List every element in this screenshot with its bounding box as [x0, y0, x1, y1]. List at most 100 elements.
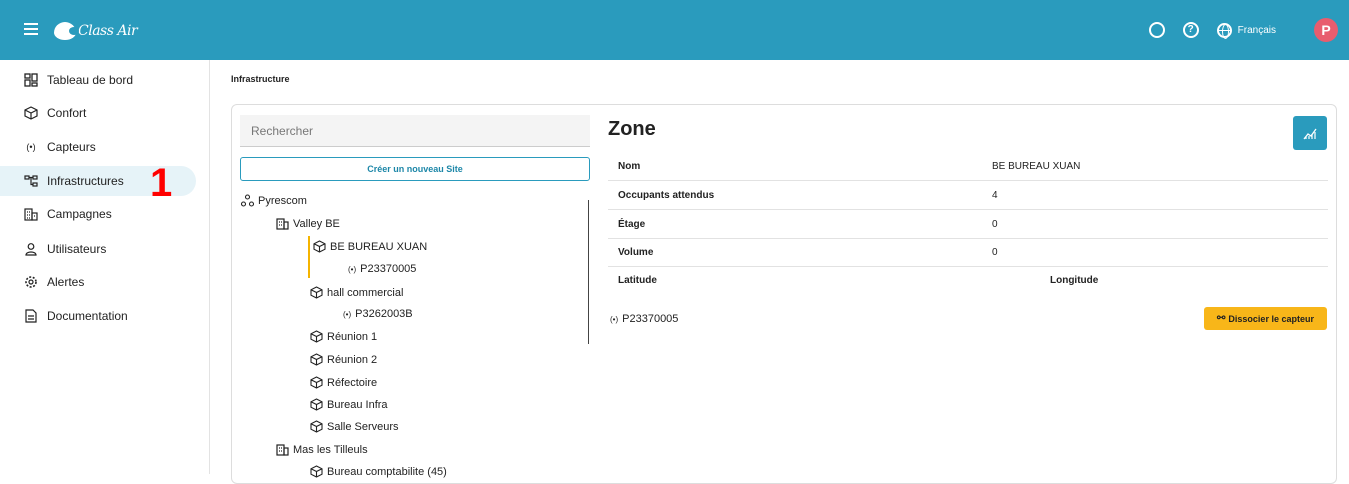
menu-icon[interactable]	[24, 23, 38, 35]
chart-button[interactable]	[1293, 116, 1327, 150]
zone-title: Zone	[608, 118, 656, 140]
tree-node-label: Réfectoire	[327, 376, 378, 389]
dissociate-label: Dissocier le capteur	[1228, 313, 1314, 324]
field-value: BE BUREAU XUAN	[992, 161, 1081, 172]
sidebar-item-capteurs[interactable]: (•) Capteurs	[0, 132, 196, 162]
tree-node-label: Bureau comptabilite (45)	[327, 465, 447, 478]
tree-node-zone[interactable]: Bureau comptabilite (45)	[310, 465, 447, 478]
sidebar-item-label: Capteurs	[47, 140, 96, 154]
field-label: Étage	[618, 219, 646, 230]
tree-node-sensor[interactable]: (•) P23370005	[348, 263, 416, 275]
sidebar-item-label: Campagnes	[47, 207, 112, 221]
cube-icon	[310, 376, 323, 389]
sidebar-item-alertes[interactable]: Alertes	[0, 267, 196, 297]
tree-node-label: P3262003B	[355, 308, 413, 320]
field-value: 0	[992, 247, 998, 258]
field-value: 4	[992, 190, 998, 201]
tree-node-label: Mas les Tilleuls	[293, 443, 368, 456]
sidebar-item-label: Alertes	[47, 275, 85, 289]
cube-icon	[24, 106, 38, 120]
sidebar-item-label: Infrastructures	[47, 174, 124, 188]
tree-node-label: Réunion 2	[327, 353, 378, 366]
tree-node-zone-selected[interactable]: BE BUREAU XUAN	[313, 240, 427, 253]
tree-node-label: Bureau Infra	[327, 398, 388, 411]
cube-icon	[310, 420, 323, 433]
cube-icon	[310, 398, 323, 411]
building-icon	[276, 443, 289, 456]
hierarchy-icon	[24, 174, 38, 188]
tree-node-label: Pyrescom	[258, 194, 307, 207]
building-icon	[276, 217, 289, 230]
tree-node-zone[interactable]: Réunion 2	[310, 353, 377, 366]
sidebar-item-label: Confort	[47, 106, 87, 120]
zone-row-volume: Volume 0	[608, 238, 1328, 267]
globe-icon	[1216, 22, 1232, 39]
tree-node-label: Réunion 1	[327, 330, 378, 343]
sensor-icon: (•)	[26, 142, 36, 152]
help-icon[interactable]: ?	[1182, 22, 1199, 38]
search-input[interactable]	[240, 115, 590, 147]
sensor-icon: (•)	[610, 314, 619, 324]
zone-row-coordinates: Latitude Longitude	[608, 266, 1328, 295]
dissociate-sensor-button[interactable]: ⚯ Dissocier le capteur	[1204, 307, 1327, 330]
cloud-logo-icon	[54, 22, 79, 40]
tree-node-label: Salle Serveurs	[327, 420, 399, 433]
language-selector[interactable]: Français	[1216, 22, 1276, 39]
status-icon[interactable]	[1148, 22, 1165, 38]
field-value: 0	[992, 219, 998, 230]
sidebar-item-tableau-de-bord[interactable]: Tableau de bord	[0, 65, 196, 95]
chart-icon	[1303, 128, 1317, 140]
sensor-icon: (•)	[348, 264, 357, 274]
sidebar: Tableau de bord Confort (•) Capteurs Inf…	[0, 60, 210, 474]
tree-node-label: P23370005	[360, 263, 417, 275]
zone-row-etage: Étage 0	[608, 210, 1328, 239]
site-network-icon	[241, 194, 254, 207]
cube-icon	[310, 286, 323, 299]
associated-sensor: (•) P23370005	[610, 313, 678, 325]
app-logo[interactable]: Class Air	[54, 20, 138, 42]
tree-node-zone[interactable]: Réfectoire	[310, 376, 377, 389]
longitude-label: Longitude	[1050, 275, 1099, 286]
tree-node-zone[interactable]: hall commercial	[310, 286, 403, 299]
tree-node-zone[interactable]: Réunion 1	[310, 330, 377, 343]
tree-node-zone[interactable]: Bureau Infra	[310, 398, 388, 411]
field-label: Volume	[618, 247, 654, 258]
sensor-id: P23370005	[622, 313, 679, 325]
tree-node-site[interactable]: Pyrescom	[241, 194, 307, 207]
cube-icon	[313, 240, 326, 253]
logo-text: Class Air	[78, 23, 138, 39]
document-icon	[24, 309, 38, 323]
create-site-button[interactable]: Créer un nouveau Site	[240, 157, 590, 181]
sidebar-item-label: Documentation	[47, 309, 128, 323]
breadcrumb: Infrastructure	[231, 74, 290, 84]
cube-icon	[310, 353, 323, 366]
sidebar-item-label: Tableau de bord	[47, 73, 134, 87]
tree-node-building[interactable]: Valley BE	[276, 217, 340, 230]
field-label: Nom	[618, 161, 641, 172]
building-icon	[24, 207, 38, 221]
sidebar-item-label: Utilisateurs	[47, 242, 107, 256]
sensor-icon: (•)	[343, 309, 352, 319]
tree-scrollbar[interactable]	[588, 200, 589, 344]
user-icon	[24, 242, 38, 256]
tree-node-sensor[interactable]: (•) P3262003B	[343, 308, 413, 320]
annotation-1: 1	[150, 161, 173, 205]
tree-node-label: hall commercial	[327, 286, 404, 299]
language-label: Français	[1237, 24, 1276, 36]
latitude-label: Latitude	[618, 275, 657, 286]
unlink-icon: ⚯	[1217, 313, 1226, 324]
tree-node-label: BE BUREAU XUAN	[330, 240, 428, 253]
sidebar-item-utilisateurs[interactable]: Utilisateurs	[0, 234, 196, 264]
zone-row-occupants: Occupants attendus 4	[608, 181, 1328, 210]
gear-icon	[24, 275, 38, 289]
sidebar-item-documentation[interactable]: Documentation	[0, 301, 196, 331]
tree-node-zone[interactable]: Salle Serveurs	[310, 420, 399, 433]
cube-icon	[310, 465, 323, 478]
user-avatar[interactable]: P	[1314, 18, 1338, 42]
tree-node-label: Valley BE	[293, 217, 340, 230]
tree-node-building[interactable]: Mas les Tilleuls	[276, 443, 368, 456]
dashboard-icon	[24, 73, 38, 87]
selected-indicator	[308, 236, 310, 278]
sidebar-item-confort[interactable]: Confort	[0, 98, 196, 128]
top-app-bar: Class Air ? Français P	[0, 0, 1349, 60]
